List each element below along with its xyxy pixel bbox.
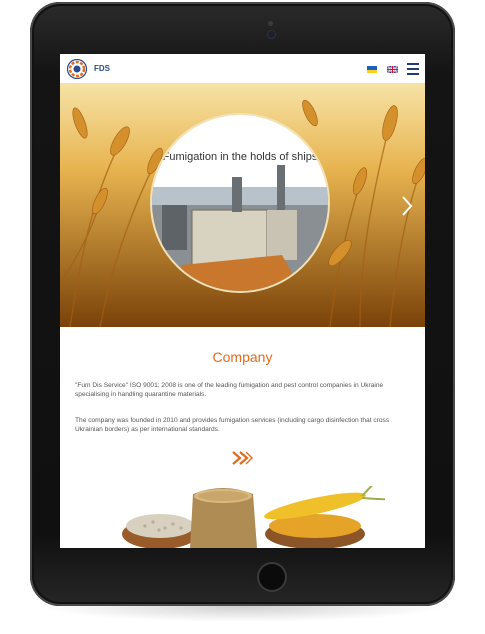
company-heading: Company bbox=[212, 349, 273, 365]
grain-products-image bbox=[122, 486, 385, 548]
slide-image: Fumigation in the holds of ships bbox=[150, 113, 330, 293]
screen: FDS Fumigation in the holds of ships Com… bbox=[60, 54, 425, 548]
brand-name[interactable]: FDS bbox=[94, 64, 110, 73]
double-chevron-right-icon[interactable] bbox=[231, 450, 253, 466]
logo-icon[interactable] bbox=[67, 59, 87, 79]
ship-hold-illustration bbox=[152, 115, 328, 291]
camera-icon bbox=[268, 31, 275, 38]
company-paragraph-2: The company was founded in 2010 and prov… bbox=[75, 417, 390, 433]
ukrainian-flag-icon[interactable] bbox=[367, 66, 377, 73]
english-flag-icon[interactable] bbox=[387, 66, 398, 73]
sensor-dot bbox=[268, 21, 273, 26]
home-button[interactable] bbox=[259, 564, 285, 590]
company-paragraph-1: "Fum Dis Service" ISO 9001: 2008 is one … bbox=[75, 382, 384, 398]
slide-title: Fumigation in the holds of ships bbox=[162, 151, 318, 163]
hero-slider: Fumigation in the holds of ships bbox=[60, 83, 425, 327]
site-header: FDS bbox=[60, 54, 425, 83]
hamburger-icon[interactable] bbox=[407, 63, 419, 75]
chevron-right-icon[interactable] bbox=[400, 195, 414, 217]
